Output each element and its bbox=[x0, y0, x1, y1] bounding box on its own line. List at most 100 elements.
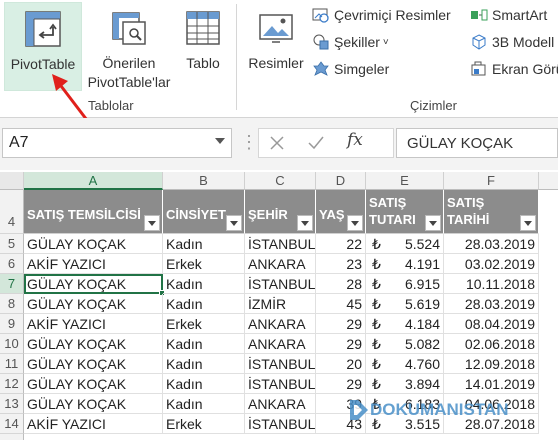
column-header-d[interactable]: D bbox=[316, 172, 366, 190]
cell-d12[interactable]: 29 bbox=[316, 374, 366, 394]
cell-a12[interactable]: GÜLAY KOÇAK bbox=[24, 374, 163, 394]
cell-b10[interactable]: Kadın bbox=[163, 334, 245, 354]
online-pictures-button[interactable]: Çevrimiçi Resimler bbox=[312, 6, 451, 24]
cell-c9[interactable]: ANKARA bbox=[245, 314, 316, 334]
currency-symbol: ₺ bbox=[372, 276, 381, 292]
cell-f9[interactable]: 08.04.2019 bbox=[444, 314, 539, 334]
cell-d11[interactable]: 20 bbox=[316, 354, 366, 374]
cell-b13[interactable]: Kadın bbox=[163, 394, 245, 414]
filter-dropdown-icon[interactable] bbox=[425, 215, 441, 231]
shapes-button[interactable]: Şekiller ˅ bbox=[312, 33, 389, 51]
cell-b8[interactable]: Kadın bbox=[163, 294, 245, 314]
filter-dropdown-icon[interactable] bbox=[520, 215, 536, 231]
row-header[interactable]: 14 bbox=[0, 414, 24, 434]
cell-e11[interactable]: ₺ 4.760 bbox=[366, 354, 444, 374]
table-icon bbox=[183, 8, 223, 48]
cell-c6[interactable]: ANKARA bbox=[245, 254, 316, 274]
row-header[interactable]: 4 bbox=[0, 190, 24, 234]
cell-a6[interactable]: AKİF YAZICI bbox=[24, 254, 163, 274]
pictures-button[interactable]: Resimler bbox=[244, 2, 308, 91]
cell-a5[interactable]: GÜLAY KOÇAK bbox=[24, 234, 163, 254]
row-header[interactable]: 5 bbox=[0, 234, 24, 254]
cell-b14[interactable]: Erkek bbox=[163, 414, 245, 434]
row-header[interactable]: 7 bbox=[0, 274, 24, 294]
cell-e8[interactable]: ₺ 5.619 bbox=[366, 294, 444, 314]
cell-d8[interactable]: 45 bbox=[316, 294, 366, 314]
row-header[interactable]: 12 bbox=[0, 374, 24, 394]
screenshot-button[interactable]: Ekran Görü bbox=[470, 60, 558, 78]
cell-e6[interactable]: ₺ 4.191 bbox=[366, 254, 444, 274]
cell-d7[interactable]: 28 bbox=[316, 274, 366, 294]
formula-input[interactable]: GÜLAY KOÇAK bbox=[396, 128, 558, 158]
cell-a10[interactable]: GÜLAY KOÇAK bbox=[24, 334, 163, 354]
cell-a11[interactable]: GÜLAY KOÇAK bbox=[24, 354, 163, 374]
cell-c14[interactable]: İSTANBUL bbox=[245, 414, 316, 434]
select-all-corner[interactable] bbox=[0, 172, 24, 190]
cell-c11[interactable]: İSTANBUL bbox=[245, 354, 316, 374]
row-header[interactable]: 9 bbox=[0, 314, 24, 334]
cell-b7[interactable]: Kadın bbox=[163, 274, 245, 294]
cell-b5[interactable]: Kadın bbox=[163, 234, 245, 254]
column-header-f[interactable]: F bbox=[444, 172, 539, 190]
cell-c8[interactable]: İZMİR bbox=[245, 294, 316, 314]
row-header[interactable]: 10 bbox=[0, 334, 24, 354]
cell-f10[interactable]: 02.06.2018 bbox=[444, 334, 539, 354]
header-cell-city: ŞEHİR bbox=[245, 190, 316, 234]
filter-dropdown-icon[interactable] bbox=[297, 215, 313, 231]
cell-f6[interactable]: 03.02.2019 bbox=[444, 254, 539, 274]
cell-f7[interactable]: 10.11.2018 bbox=[444, 274, 539, 294]
cell-e10[interactable]: ₺ 5.082 bbox=[366, 334, 444, 354]
cell-c10[interactable]: ANKARA bbox=[245, 334, 316, 354]
column-header-a[interactable]: A bbox=[24, 172, 163, 190]
cell-e12[interactable]: ₺ 3.894 bbox=[366, 374, 444, 394]
name-box-dropdown-icon[interactable] bbox=[215, 138, 225, 144]
cell-f11[interactable]: 12.09.2018 bbox=[444, 354, 539, 374]
cell-f8[interactable]: 28.03.2019 bbox=[444, 294, 539, 314]
row-header[interactable]: 13 bbox=[0, 394, 24, 414]
check-icon[interactable] bbox=[307, 135, 325, 151]
filter-dropdown-icon[interactable] bbox=[144, 215, 160, 231]
column-header-g[interactable] bbox=[539, 172, 558, 190]
formula-bar-grip-icon[interactable]: ⋮ bbox=[240, 132, 258, 153]
icons-button[interactable]: Simgeler bbox=[312, 60, 389, 78]
cell-a13[interactable]: GÜLAY KOÇAK bbox=[24, 394, 163, 414]
filter-dropdown-icon[interactable] bbox=[347, 215, 363, 231]
cell-c12[interactable]: İSTANBUL bbox=[245, 374, 316, 394]
close-icon[interactable] bbox=[269, 135, 285, 151]
cell-a9[interactable]: AKİF YAZICI bbox=[24, 314, 163, 334]
row-header[interactable]: 6 bbox=[0, 254, 24, 274]
cell-b12[interactable]: Kadın bbox=[163, 374, 245, 394]
cell-d6[interactable]: 23 bbox=[316, 254, 366, 274]
cell-e9[interactable]: ₺ 4.184 bbox=[366, 314, 444, 334]
cell-b11[interactable]: Kadın bbox=[163, 354, 245, 374]
column-header-e[interactable]: E bbox=[366, 172, 444, 190]
column-header-c[interactable]: C bbox=[245, 172, 316, 190]
cell-b6[interactable]: Erkek bbox=[163, 254, 245, 274]
table-button[interactable]: Tablo bbox=[178, 2, 228, 91]
column-header-b[interactable]: B bbox=[163, 172, 245, 190]
cell-e5[interactable]: ₺ 5.524 bbox=[366, 234, 444, 254]
cell-d5[interactable]: 22 bbox=[316, 234, 366, 254]
filter-dropdown-icon[interactable] bbox=[226, 215, 242, 231]
cell-a7[interactable]: GÜLAY KOÇAK bbox=[24, 274, 163, 294]
smartart-button[interactable]: SmartArt bbox=[470, 6, 547, 24]
cell-d9[interactable]: 29 bbox=[316, 314, 366, 334]
row-header[interactable] bbox=[0, 434, 24, 440]
cell-a14[interactable]: AKİF YAZICI bbox=[24, 414, 163, 434]
cell-c13[interactable]: ANKARA bbox=[245, 394, 316, 414]
cell-e7[interactable]: ₺ 6.915 bbox=[366, 274, 444, 294]
cell-a8[interactable]: GÜLAY KOÇAK bbox=[24, 294, 163, 314]
cell-f5[interactable]: 28.03.2019 bbox=[444, 234, 539, 254]
cell-c5[interactable]: İSTANBUL bbox=[245, 234, 316, 254]
row-header[interactable]: 11 bbox=[0, 354, 24, 374]
row-header[interactable]: 8 bbox=[0, 294, 24, 314]
cell-d10[interactable]: 29 bbox=[316, 334, 366, 354]
sales-amount-value: 4.760 bbox=[404, 356, 440, 372]
cell-b9[interactable]: Erkek bbox=[163, 314, 245, 334]
name-box[interactable]: A7 bbox=[2, 128, 232, 158]
insert-function-button[interactable]: fx bbox=[347, 130, 363, 150]
cell-f12[interactable]: 14.01.2019 bbox=[444, 374, 539, 394]
3d-models-button[interactable]: 3B Modell bbox=[470, 33, 554, 51]
header-cell-gender: CİNSİYET bbox=[163, 190, 245, 234]
cell-c7[interactable]: İSTANBUL bbox=[245, 274, 316, 294]
